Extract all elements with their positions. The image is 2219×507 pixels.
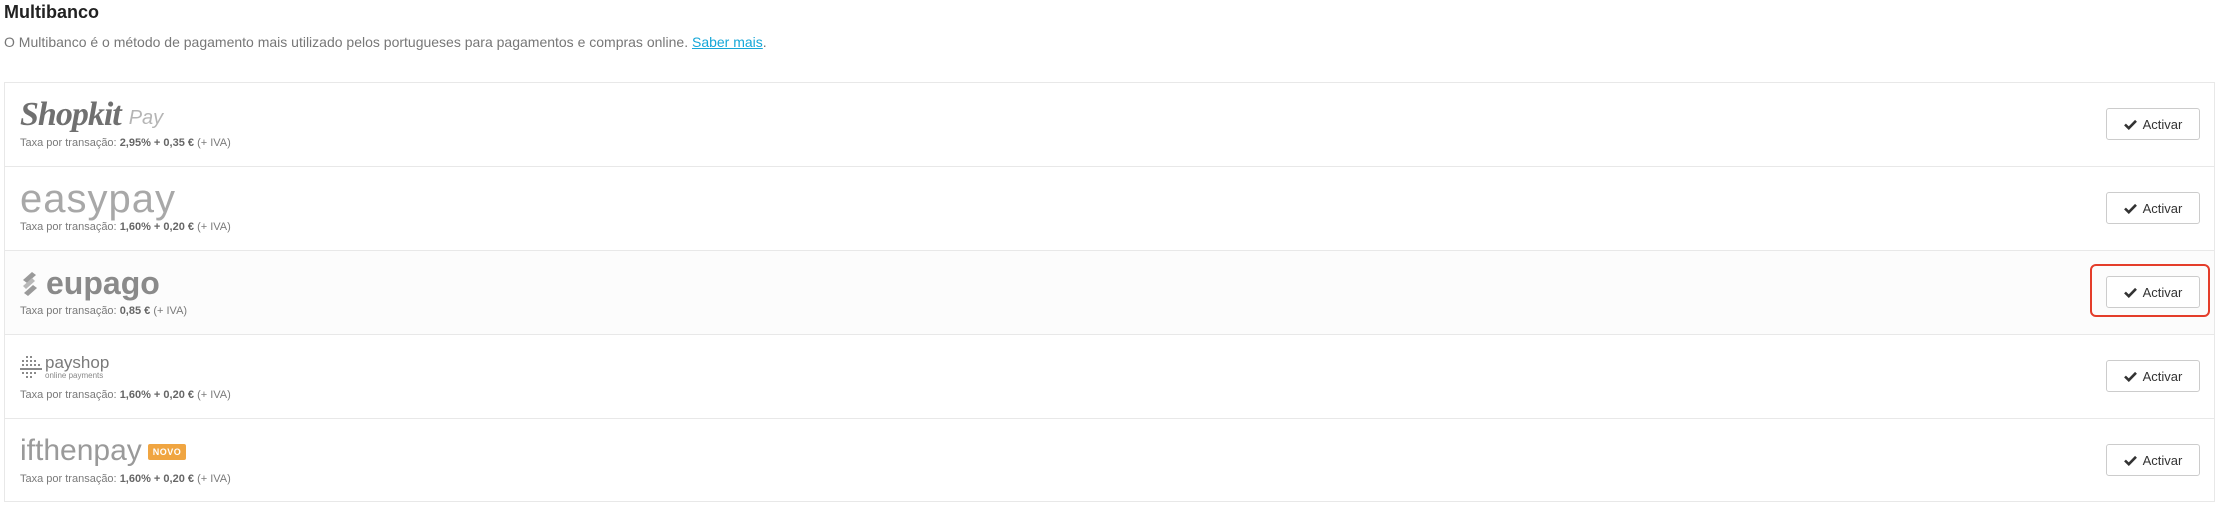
payshop-grid-icon [20, 356, 42, 378]
fee-text: Taxa por transação: 1,60% + 0,20 € (+ IV… [20, 471, 231, 487]
provider-list: Shopkit Pay Taxa por transação: 2,95% + … [4, 82, 2215, 502]
activate-button-shopkit[interactable]: Activar [2106, 108, 2200, 140]
fee-value: 0,85 € [119, 305, 151, 317]
description-text: O Multibanco é o método de pagamento mai… [4, 34, 689, 50]
check-icon [2123, 203, 2137, 214]
fee-suffix: (+ IVA) [197, 137, 231, 149]
provider-row-shopkit: Shopkit Pay Taxa por transação: 2,95% + … [5, 83, 2214, 167]
learn-more-link[interactable]: Saber mais [692, 34, 763, 50]
description-suffix: . [762, 34, 767, 50]
fee-label: Taxa por transação: [20, 473, 117, 485]
fee-text: Taxa por transação: 1,60% + 0,20 € (+ IV… [20, 219, 231, 235]
shopkit-pay-logo: Shopkit Pay [20, 95, 163, 135]
fee-value: 1,60% + 0,20 € [119, 221, 194, 233]
activate-label: Activar [2142, 368, 2183, 384]
check-icon [2123, 455, 2137, 466]
fee-label: Taxa por transação: [20, 389, 117, 401]
fee-suffix: (+ IVA) [153, 305, 188, 317]
activate-label: Activar [2142, 200, 2183, 216]
activate-label: Activar [2142, 284, 2183, 300]
easypay-logo-text: easypay [20, 176, 176, 221]
ifthenpay-logo: ifthenpay NOVO [20, 431, 187, 471]
easypay-logo: easypay [20, 176, 176, 221]
eupago-logo: eupago [20, 263, 160, 303]
provider-row-eupago: eupago Taxa por transação: 0,85 € (+ IVA… [5, 251, 2214, 335]
fee-label: Taxa por transação: [20, 137, 117, 149]
activate-button-easypay[interactable]: Activar [2106, 192, 2200, 224]
check-icon [2123, 287, 2137, 298]
fee-label: Taxa por transação: [20, 305, 117, 317]
activate-button-ifthenpay[interactable]: Activar [2106, 444, 2200, 476]
check-icon [2123, 119, 2137, 130]
fee-label: Taxa por transação: [20, 221, 117, 233]
pay-logo-text: Pay [128, 106, 164, 129]
fee-suffix: (+ IVA) [197, 473, 231, 485]
fee-value: 1,60% + 0,20 € [119, 473, 194, 485]
fee-value: 2,95% + 0,35 € [119, 137, 194, 149]
new-badge: NOVO [147, 444, 187, 460]
fee-text: Taxa por transação: 0,85 € (+ IVA) [20, 303, 187, 319]
provider-row-ifthenpay: ifthenpay NOVO Taxa por transação: 1,60%… [5, 419, 2214, 503]
eupago-logo-text: eupago [46, 264, 160, 301]
shopkit-logo-text: Shopkit [20, 96, 122, 133]
fee-text: Taxa por transação: 1,60% + 0,20 € (+ IV… [20, 387, 231, 403]
provider-row-payshop: payshop online payments Taxa por transaç… [5, 335, 2214, 419]
provider-row-easypay: easypay Taxa por transação: 1,60% + 0,20… [5, 167, 2214, 251]
page-description: O Multibanco é o método de pagamento mai… [4, 32, 767, 52]
eupago-mark-icon [23, 272, 37, 296]
activate-label: Activar [2142, 116, 2183, 132]
fee-value: 1,60% + 0,20 € [119, 389, 194, 401]
payshop-logo-subtext: online payments [45, 370, 104, 380]
fee-suffix: (+ IVA) [197, 221, 231, 233]
activate-button-eupago[interactable]: Activar [2106, 276, 2200, 308]
activate-button-payshop[interactable]: Activar [2106, 360, 2200, 392]
check-icon [2123, 371, 2137, 382]
fee-text: Taxa por transação: 2,95% + 0,35 € (+ IV… [20, 135, 231, 151]
payshop-logo-text: payshop [45, 352, 110, 372]
payshop-logo: payshop online payments [20, 347, 109, 387]
activate-label: Activar [2142, 452, 2183, 468]
ifthenpay-logo-text: ifthenpay [20, 434, 142, 467]
page-title: Multibanco [4, 2, 99, 22]
fee-suffix: (+ IVA) [197, 389, 231, 401]
